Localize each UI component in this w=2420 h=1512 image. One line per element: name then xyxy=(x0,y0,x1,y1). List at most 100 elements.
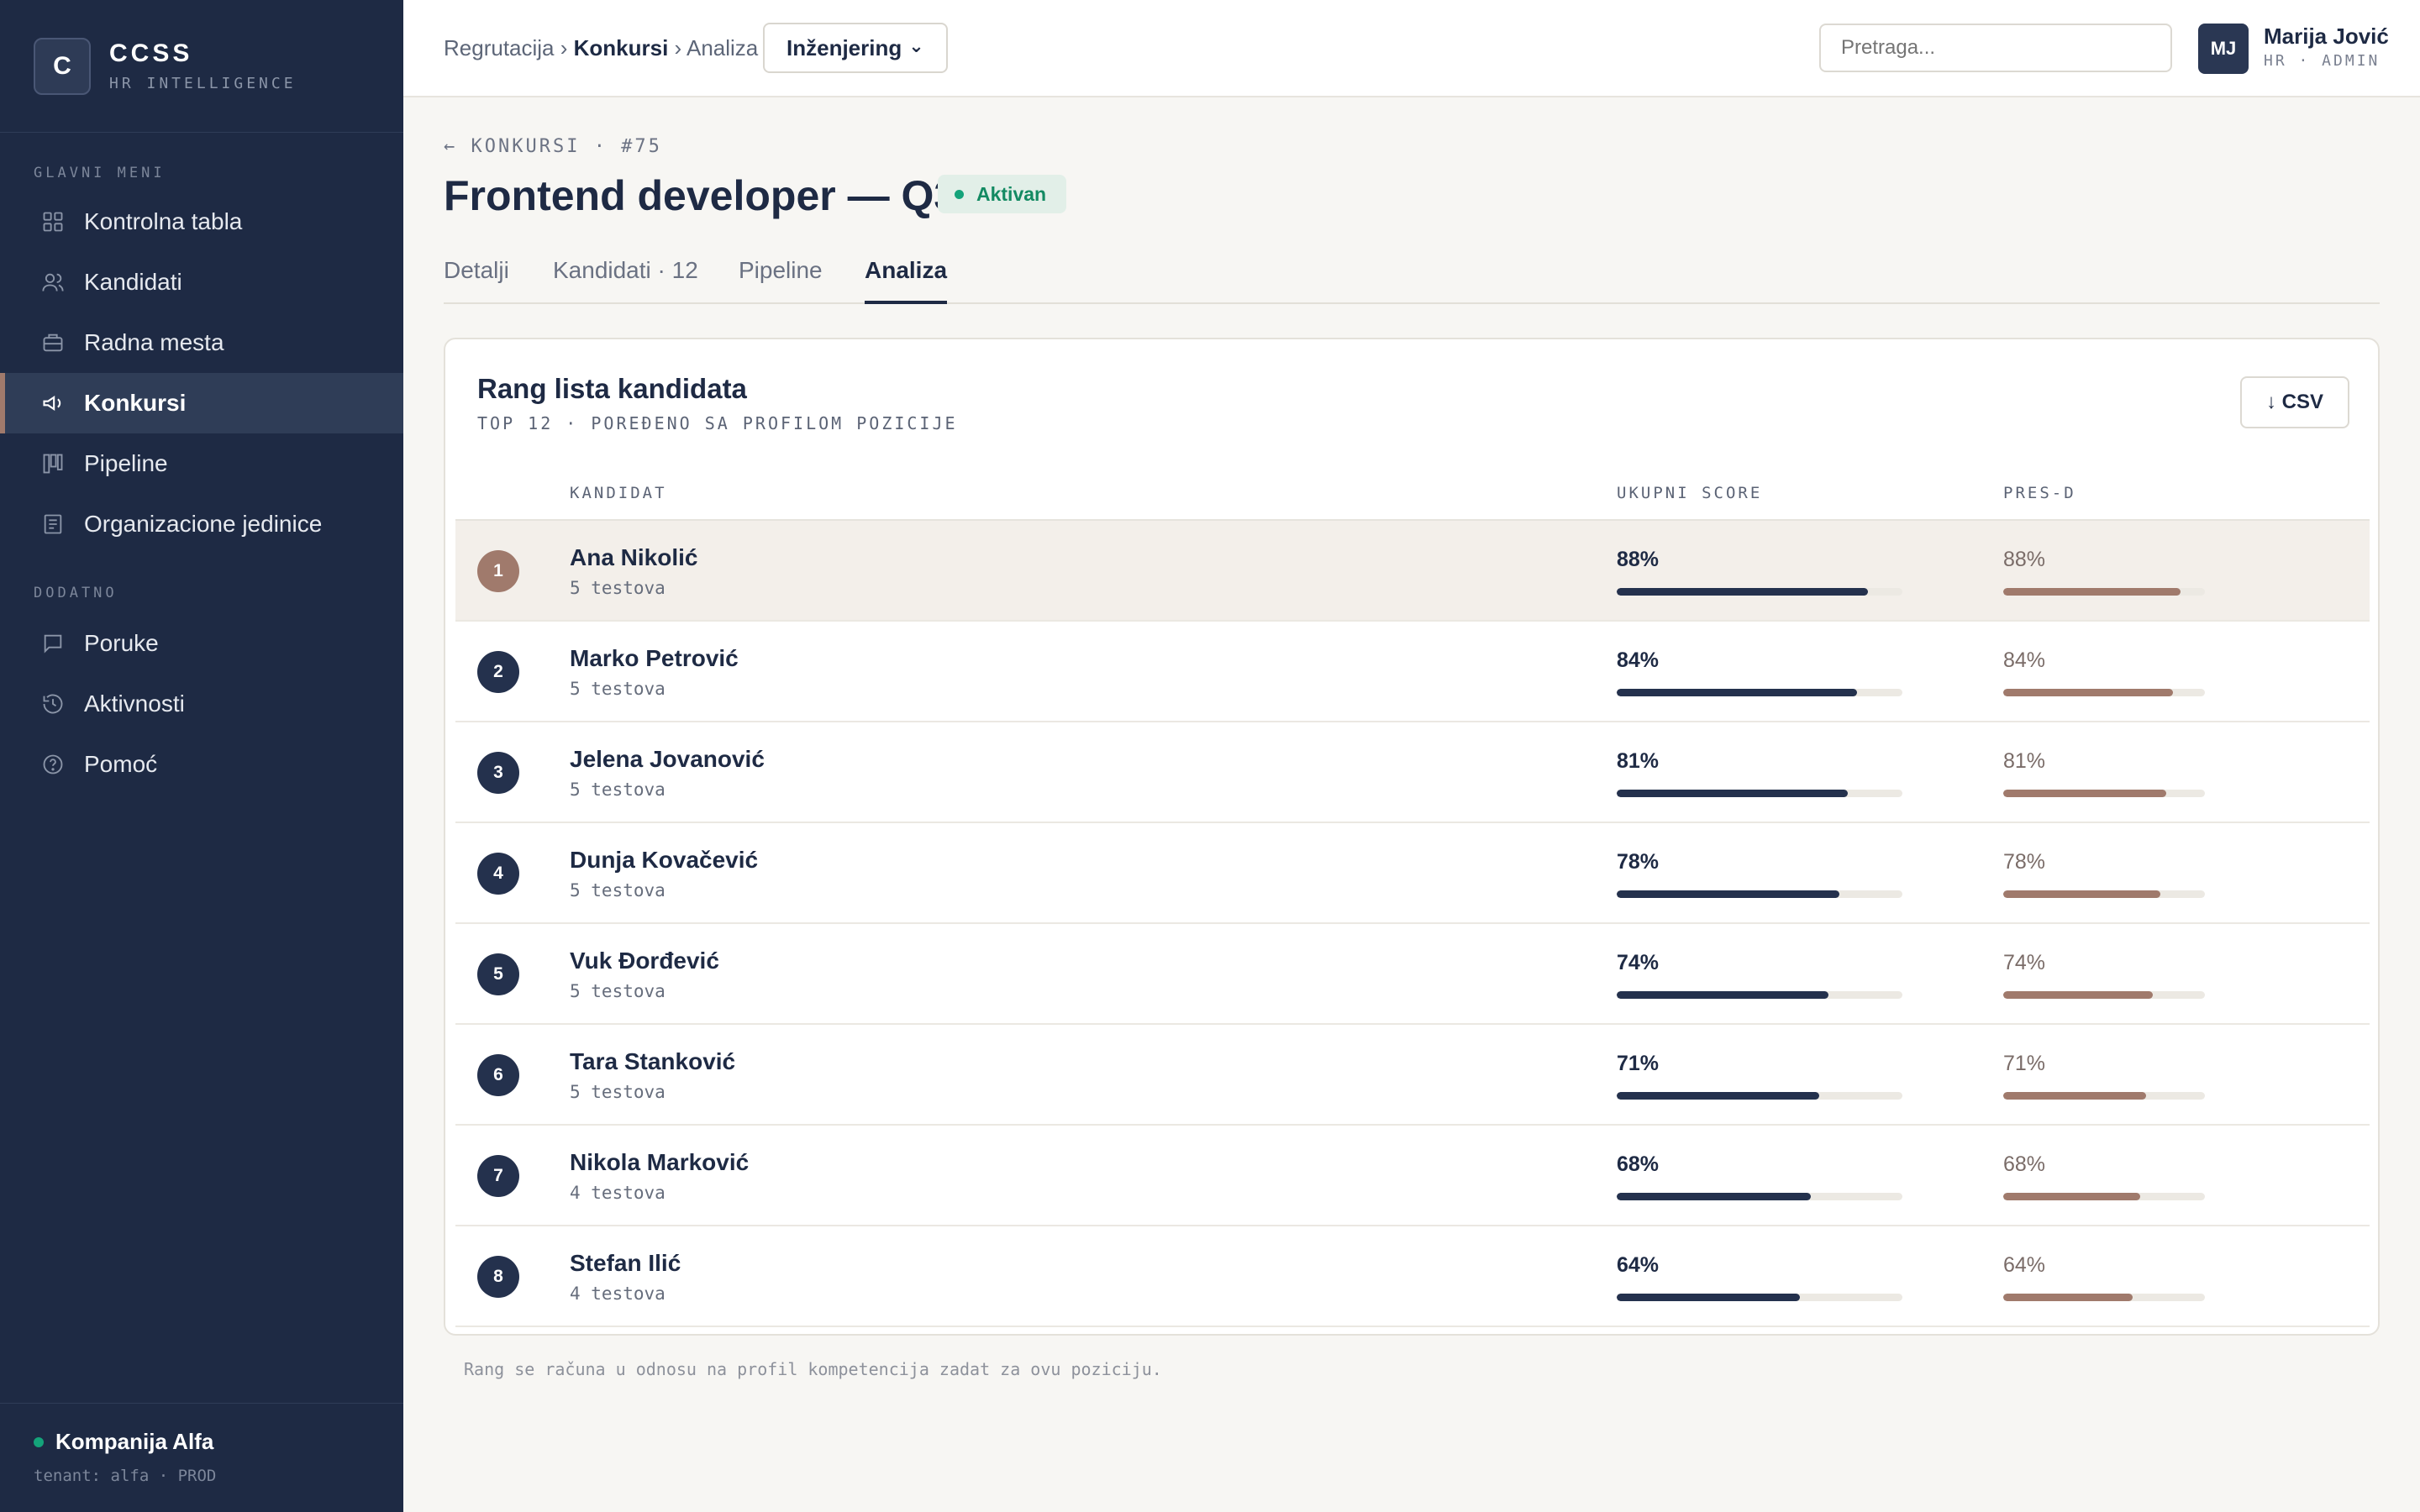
sidebar-item-positions[interactable]: Radna mesta xyxy=(0,312,403,373)
document-icon xyxy=(40,512,66,537)
rank-badge: 5 xyxy=(477,953,519,995)
sidebar-item-competitions[interactable]: Konkursi xyxy=(0,373,403,433)
table-row[interactable]: 1 Ana Nikolić 5 testova 88% 88% xyxy=(455,521,2370,622)
sidebar-item-org-units[interactable]: Organizacione jedinice xyxy=(0,494,403,554)
sidebar-item-label: Aktivnosti xyxy=(84,690,185,717)
megaphone-icon xyxy=(40,391,66,416)
sidebar-item-label: Organizacione jedinice xyxy=(84,511,323,537)
pres-d-bar xyxy=(2003,689,2205,696)
kanban-icon xyxy=(40,451,66,476)
sidebar-item-label: Poruke xyxy=(84,630,159,656)
tab-pipeline[interactable]: Pipeline xyxy=(739,257,823,284)
total-score-bar xyxy=(1617,588,1902,596)
sidebar-item-candidates[interactable]: Kandidati xyxy=(0,252,403,312)
sidebar-item-label: Pipeline xyxy=(84,450,168,476)
chevron-down-icon: ⌄ xyxy=(908,35,924,56)
help-icon xyxy=(40,752,66,777)
rank-badge: 3 xyxy=(477,752,519,794)
tab-details[interactable]: Detalji xyxy=(444,257,509,284)
pres-d-bar xyxy=(2003,1294,2205,1301)
company-name: Kompanija Alfa xyxy=(55,1429,214,1454)
table-row[interactable]: 4 Dunja Kovačević 5 testova 78% 78% xyxy=(455,823,2370,924)
ranking-title: Rang lista kandidata xyxy=(477,373,747,404)
pres-d-bar-fill xyxy=(2003,890,2161,898)
candidate-name[interactable]: Dunja Kovačević xyxy=(570,847,758,874)
total-score-bar xyxy=(1617,1294,1902,1301)
candidate-name[interactable]: Marko Petrović xyxy=(570,645,739,672)
tab-candidates[interactable]: Kandidati · 12 xyxy=(553,257,698,284)
candidate-tests: 5 testova xyxy=(570,780,666,800)
user-role: HR · ADMIN xyxy=(2264,52,2381,70)
briefcase-icon xyxy=(40,330,66,355)
tab-analysis[interactable]: Analiza xyxy=(865,257,948,304)
pres-d-bar xyxy=(2003,991,2205,999)
breadcrumb: Regrutacija › Konkursi › Analiza xyxy=(444,35,759,60)
candidate-name[interactable]: Stefan Ilić xyxy=(570,1250,681,1277)
table-row[interactable]: 3 Jelena Jovanović 5 testova 81% 81% xyxy=(455,722,2370,823)
brand-name: CCSS xyxy=(109,39,193,67)
pres-d-value: 74% xyxy=(2003,951,2046,974)
pres-d-value: 84% xyxy=(2003,648,2046,672)
pres-d-bar-fill xyxy=(2003,790,2167,797)
nav-section-extra: DODATNO xyxy=(34,585,118,601)
pres-d-bar xyxy=(2003,890,2205,898)
brand-logo: C xyxy=(34,37,91,95)
breadcrumb-competitions[interactable]: Konkursi xyxy=(574,35,669,60)
total-score-value: 68% xyxy=(1617,1152,1660,1176)
pres-d-bar-fill xyxy=(2003,991,2153,999)
total-score-bar-fill xyxy=(1617,588,1869,596)
column-header-pres-d[interactable]: PRES-D xyxy=(2003,484,2076,502)
total-score-bar xyxy=(1617,1193,1902,1200)
total-score-bar-fill xyxy=(1617,1193,1812,1200)
avatar[interactable]: MJ xyxy=(2198,24,2249,74)
candidate-name[interactable]: Nikola Marković xyxy=(570,1149,749,1176)
sidebar-item-messages[interactable]: Poruke xyxy=(0,613,403,674)
sidebar-item-label: Radna mesta xyxy=(84,329,224,355)
message-icon xyxy=(40,631,66,656)
column-header-candidate[interactable]: KANDIDAT xyxy=(570,484,667,502)
total-score-value: 78% xyxy=(1617,850,1660,874)
pres-d-value: 78% xyxy=(2003,850,2046,874)
pres-d-bar xyxy=(2003,1193,2205,1200)
department-select[interactable]: Inženjering ⌄ xyxy=(763,23,948,73)
candidate-name[interactable]: Ana Nikolić xyxy=(570,544,697,571)
pres-d-value: 71% xyxy=(2003,1052,2046,1075)
table-row[interactable]: 2 Marko Petrović 5 testova 84% 84% xyxy=(455,622,2370,722)
total-score-bar xyxy=(1617,790,1902,797)
table-row[interactable]: 6 Tara Stanković 5 testova 71% 71% xyxy=(455,1025,2370,1126)
brand-subtitle: HR INTELLIGENCE xyxy=(109,75,297,92)
total-score-value: 88% xyxy=(1617,548,1660,571)
back-link[interactable]: ← KONKURSI · #75 xyxy=(444,136,662,157)
total-score-bar-fill xyxy=(1617,1294,1800,1301)
brand[interactable]: C CCSS HR INTELLIGENCE xyxy=(0,0,403,133)
pres-d-value: 81% xyxy=(2003,749,2046,773)
user-name: Marija Jović xyxy=(2264,24,2389,49)
sidebar-item-activities[interactable]: Aktivnosti xyxy=(0,674,403,734)
total-score-value: 64% xyxy=(1617,1253,1660,1277)
total-score-value: 81% xyxy=(1617,749,1660,773)
table-row[interactable]: 7 Nikola Marković 4 testova 68% 68% xyxy=(455,1126,2370,1226)
breadcrumb-root[interactable]: Regrutacija xyxy=(444,35,555,60)
ranking-subtitle: TOP 12 · POREĐENO SA PROFILOM POZICIJE xyxy=(477,413,958,433)
sidebar-item-dashboard[interactable]: Kontrolna tabla xyxy=(0,192,403,252)
table-row[interactable]: 5 Vuk Đorđević 5 testova 74% 74% xyxy=(455,924,2370,1025)
column-header-total-score[interactable]: UKUPNI SCORE xyxy=(1617,484,1762,502)
footnote: Rang se računa u odnosu na profil kompet… xyxy=(464,1359,1162,1379)
rank-badge: 4 xyxy=(477,853,519,895)
csv-export-button[interactable]: ↓ CSV xyxy=(2240,376,2349,428)
candidate-name[interactable]: Jelena Jovanović xyxy=(570,746,765,773)
status-dot xyxy=(34,1436,44,1447)
total-score-bar xyxy=(1617,991,1902,999)
candidate-name[interactable]: Vuk Đorđević xyxy=(570,948,719,974)
history-icon xyxy=(40,691,66,717)
company-switcher[interactable]: Kompanija Alfa tenant: alfa · PROD xyxy=(0,1403,403,1512)
candidate-tests: 5 testova xyxy=(570,981,666,1001)
search-input[interactable] xyxy=(1819,24,2172,72)
sidebar-item-help[interactable]: Pomoć xyxy=(0,734,403,795)
sidebar-item-pipeline[interactable]: Pipeline xyxy=(0,433,403,494)
candidate-tests: 5 testova xyxy=(570,578,666,598)
ranking-card: Rang lista kandidata TOP 12 · POREĐENO S… xyxy=(444,338,2380,1336)
table-row[interactable]: 8 Stefan Ilić 4 testova 64% 64% xyxy=(455,1226,2370,1327)
pres-d-value: 68% xyxy=(2003,1152,2046,1176)
candidate-name[interactable]: Tara Stanković xyxy=(570,1048,735,1075)
